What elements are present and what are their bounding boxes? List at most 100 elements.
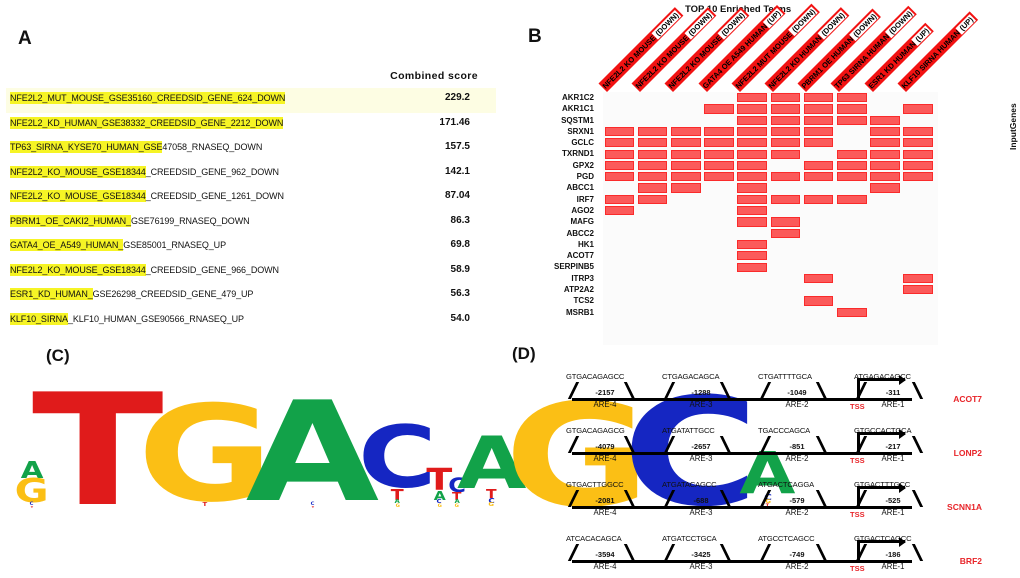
are-name: ARE-3: [689, 562, 713, 571]
heatmap-cell: [903, 172, 933, 182]
panel-a-letter: A: [18, 28, 32, 49]
promoter-diagram: GTGACTTGGCC -2081 ARE-4 ATGATACAGCC -688 ARE-…: [552, 472, 982, 524]
heatmap-cell: [770, 228, 801, 238]
are-name: ARE-1: [881, 508, 905, 517]
heatmap-cell: [870, 172, 900, 182]
are-position: -579: [789, 496, 805, 505]
are-position: -2157: [595, 388, 615, 397]
term-name: PBRM1_OE_CAKI2_HUMAN_GSE76199_RNASEQ_DOW…: [10, 214, 250, 227]
heatmap-row-label: ITRP3: [571, 273, 594, 283]
logo-position: T: [32, 368, 164, 529]
tss-arrow: [857, 536, 906, 547]
combined-score-value: 69.8: [450, 239, 470, 250]
are-site: ATGATATTGCC -2657 ARE-3: [662, 426, 740, 470]
heatmap-cell: [637, 149, 668, 159]
heatmap-row-label: PGD: [576, 172, 594, 182]
heatmap-cell: [870, 149, 900, 159]
heatmap-cell: [704, 149, 734, 159]
heatmap-cell: [670, 160, 701, 171]
are-tick-left: [663, 436, 676, 453]
enriched-terms-table: NFE2L2_MUT_MOUSE_GSE35160_CREEDSID_GENE_…: [6, 88, 496, 333]
are-tick-right: [719, 544, 732, 561]
table-row: NFE2L2_KO_MOUSE_GSE18344_CREEDSID_GENE_1…: [6, 186, 496, 211]
heatmap-cell: [737, 194, 767, 204]
are-tick-right: [911, 436, 924, 453]
heatmap-cell: [604, 172, 635, 182]
heatmap-row-label: HK1: [577, 239, 594, 249]
table-row: NFE2L2_KO_MOUSE_GSE18344_CREEDSID_GENE_9…: [6, 162, 496, 187]
gene-label: SCNN1A: [947, 502, 982, 512]
table-row: GATA4_OE_A549_HUMAN_GSE85001_RNASEQ_UP 69…: [6, 235, 496, 260]
are-site: CTGAGACAGCA -1288 ARE-3: [662, 372, 740, 416]
table-row: PBRM1_OE_CAKI2_HUMAN_GSE76199_RNASEQ_DOW…: [6, 211, 496, 236]
heatmap-cell: [803, 104, 834, 114]
logo-letter: G: [454, 503, 459, 508]
logo-letter: C: [358, 409, 437, 508]
heatmap-cell: [704, 172, 734, 182]
heatmap-cell: [770, 194, 801, 204]
heatmap-cell: [836, 115, 867, 125]
heatmap-cell: [704, 160, 734, 171]
are-tick-right: [911, 382, 924, 399]
tss-line: [857, 378, 860, 401]
heatmap-cell: [836, 93, 867, 103]
table-row: ESR1_KD_HUMAN_GSE26298_CREEDSID_GENE_479…: [6, 284, 496, 309]
term-name: NFE2L2_KO_MOUSE_GSE18344_CREEDSID_GENE_9…: [10, 165, 279, 178]
are-name: ARE-3: [689, 454, 713, 463]
logo-letter: T: [311, 505, 314, 509]
heatmap-cell: [637, 183, 668, 193]
heatmap-cell: [737, 251, 767, 261]
term-name: TP63_SIRNA_KYSE70_HUMAN_GSE47058_RNASEQ_…: [10, 141, 263, 153]
heatmap-row-labels: AKR1C2 AKR1C1 SQSTM1 SRXN1 GCLC TXRND1 GPX2 PGD…: [500, 92, 600, 318]
are-tick-right: [815, 382, 828, 399]
are-tick-right: [623, 382, 636, 399]
heatmap-y-axis-title: InputGenes: [1008, 103, 1018, 150]
heatmap-row-label: TXRND1: [561, 149, 594, 159]
are-name: ARE-1: [881, 562, 905, 571]
heatmap-row-label: GPX2: [572, 160, 594, 170]
heatmap-cell: [770, 149, 801, 159]
heatmap-row-label: TCS2: [573, 296, 594, 306]
heatmap-cell: [704, 138, 734, 148]
are-tick-right: [911, 544, 924, 561]
heatmap-row-label: ABCC1: [566, 183, 594, 193]
combined-score-value: 56.3: [450, 288, 470, 299]
heatmap-cell: [637, 126, 668, 137]
heatmap-cell: [637, 172, 668, 182]
heatmap-cell: [604, 126, 635, 137]
heatmap-cell: [803, 160, 834, 171]
term-name: NFE2L2_KO_MOUSE_GSE18344_CREEDSID_GENE_9…: [10, 263, 279, 276]
promoter-diagram: GTGACAGAGCC -2157 ARE-4 CTGAGACAGCA -1288 ARE…: [552, 364, 982, 416]
are-site: ATGATCCTGCA -3425 ARE-3: [662, 534, 740, 578]
are-name: ARE-3: [689, 508, 713, 517]
heatmap-row-label: IRF7: [576, 194, 594, 204]
tss-line: [857, 432, 860, 455]
heatmap-cell: [770, 115, 801, 125]
heatmap-cell: [737, 172, 767, 182]
promoter-diagram: GTGACAGAGCG -4079 ARE-4 ATGATATTGCC -2657 ARE…: [552, 418, 982, 470]
are-tick-right: [815, 436, 828, 453]
are-tick-left: [663, 490, 676, 507]
are-sequence: CTGATTTTGCA: [758, 372, 812, 381]
heatmap-cell: [704, 104, 734, 114]
combined-score-value: 229.2: [444, 92, 470, 103]
heatmap-grid: [603, 92, 938, 345]
heatmap-cell: [737, 183, 767, 193]
heatmap-cell: [770, 104, 801, 114]
are-sequence: TGACCCAGCA: [758, 426, 811, 435]
heatmap-cell: [903, 126, 933, 137]
table-row: TP63_SIRNA_KYSE70_HUMAN_GSE47058_RNASEQ_…: [6, 137, 496, 162]
are-tick-left: [759, 544, 772, 561]
are-site: GTGACAGAGCC -2157 ARE-4: [566, 372, 644, 416]
are-position: -851: [789, 442, 805, 451]
heatmap-cell: [870, 183, 900, 193]
are-site: CTGATTTTGCA -1049 ARE-2: [758, 372, 836, 416]
panel-c: (C) AGCTTGTACTCTAGTACGCTAGATCGGCACGT: [0, 340, 796, 572]
are-tick-left: [567, 490, 580, 507]
heatmap-cell: [803, 93, 834, 103]
logo-letter: G: [395, 503, 400, 508]
heatmap-row-label: MSRB1: [565, 307, 594, 317]
heatmap-cell: [803, 126, 834, 137]
are-tick-right: [719, 382, 732, 399]
heatmap-row-label: ACOT7: [566, 251, 594, 261]
